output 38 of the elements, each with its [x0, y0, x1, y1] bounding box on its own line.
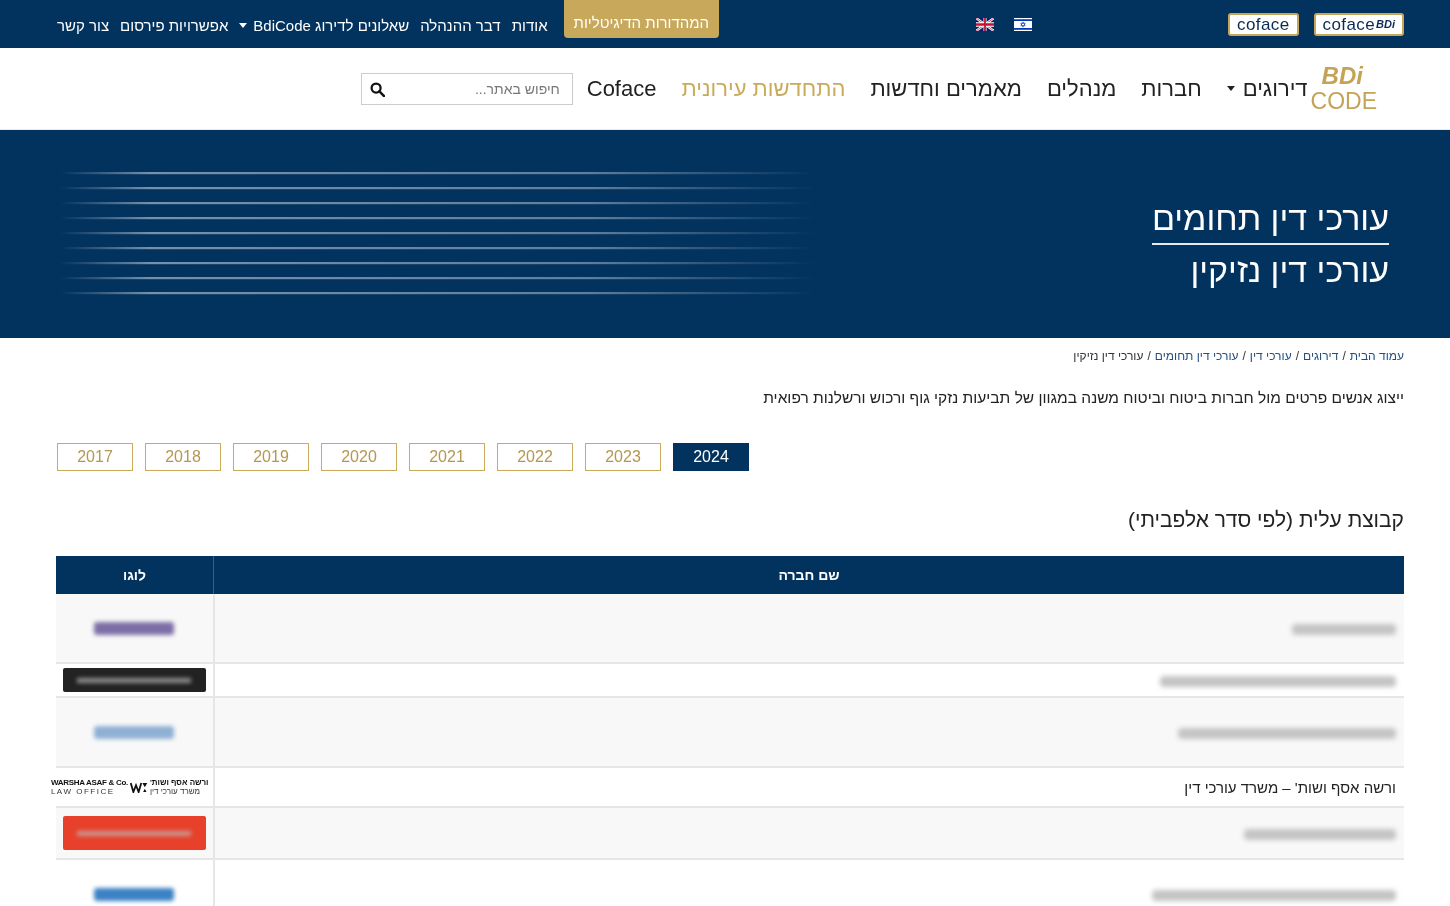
logo-mark-icon: [129, 781, 148, 793]
nav-link[interactable]: מאמרים וחדשות: [870, 75, 1022, 102]
menu-link[interactable]: דבר ההנהלה: [420, 14, 501, 34]
nav-link[interactable]: חברות: [1141, 75, 1202, 102]
breadcrumb-current: עורכי דין נזיקין: [1073, 349, 1144, 363]
breadcrumb-separator: /: [1147, 349, 1151, 363]
breadcrumb-link[interactable]: עמוד הבית: [1349, 349, 1404, 363]
menu-link[interactable]: אודות: [511, 14, 548, 34]
search-field[interactable]: חיפוש באתר...: [360, 72, 573, 105]
nav-link[interactable]: מנהלים: [1046, 75, 1117, 102]
page-subtitle: עורכי דין נזיקין: [1190, 250, 1389, 290]
nav-dropdown[interactable]: דירוגים: [1226, 75, 1308, 102]
menu-dropdown[interactable]: שאלונים לדירוג BdiCode: [239, 14, 410, 34]
logo-text: WARSHA ASAF & Co.: [50, 777, 128, 787]
logo-text: ורשה אסף ושות': [149, 777, 209, 787]
breadcrumb-separator: /: [1295, 349, 1299, 363]
israel-flag-icon[interactable]: [1014, 17, 1033, 31]
column-header: שם חברה: [213, 556, 1404, 594]
breadcrumb-link[interactable]: עורכי דין: [1249, 349, 1292, 363]
nav-link[interactable]: Coface: [586, 75, 657, 102]
caret-icon: [1226, 86, 1235, 91]
caret-icon: [239, 22, 248, 28]
menu-link[interactable]: צור קשר: [57, 14, 110, 34]
logo-text: LAW OFFICE: [50, 787, 115, 797]
search-icon[interactable]: [369, 81, 385, 97]
logo-text: משרד עורכי דין: [149, 787, 200, 797]
page-title: עורכי דין תחומים: [1151, 198, 1389, 245]
menu-link[interactable]: אפשרויות פירסום: [120, 14, 229, 34]
partner-logo-link[interactable]: coface: [1228, 12, 1299, 36]
column-header: לוגו: [56, 556, 214, 594]
breadcrumb-link[interactable]: עורכי דין תחומים: [1154, 349, 1239, 363]
uk-flag-icon[interactable]: [976, 17, 995, 31]
category-description: ייצוג אנשים פרטים מול חברות ביטוח וביטוח משנה במגוון של תביעות נזקי גוף ורכוש ורשלנות רפואית: [762, 388, 1404, 408]
section-title: קבוצת עלית (לפי סדר אלפביתי): [1127, 507, 1404, 533]
breadcrumb-separator: /: [1242, 349, 1246, 363]
breadcrumb-link[interactable]: דירוגים: [1303, 349, 1339, 363]
year-tab[interactable]: 2024: [673, 443, 749, 471]
breadcrumb-separator: /: [1342, 349, 1346, 363]
